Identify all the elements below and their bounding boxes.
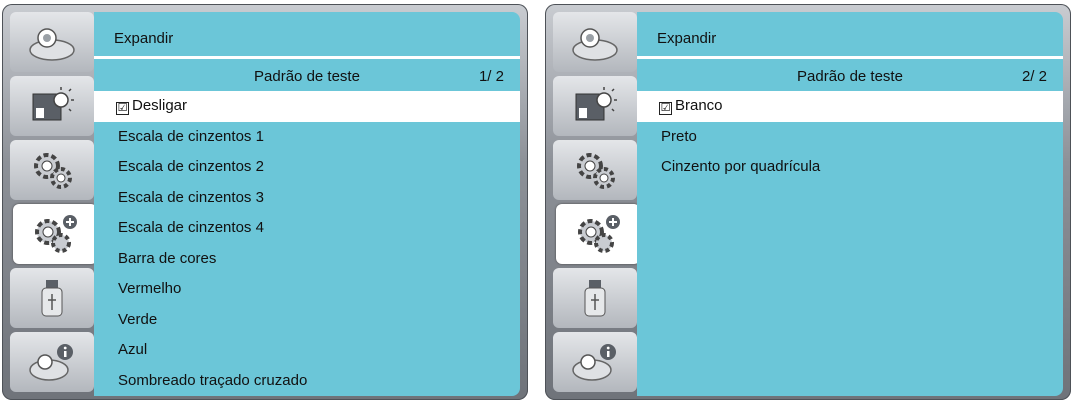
sidebar-item-usb[interactable] bbox=[10, 268, 94, 328]
submenu-title: Padrão de teste bbox=[797, 68, 903, 85]
option-label: Branco bbox=[675, 97, 723, 114]
list-item[interactable]: Barra de cores bbox=[94, 244, 520, 275]
list-item[interactable]: Vermelho bbox=[94, 274, 520, 305]
page-indicator: 1/ 2 bbox=[478, 68, 504, 85]
option-label: Escala de cinzentos 2 bbox=[118, 158, 264, 175]
usb-icon bbox=[41, 280, 63, 317]
list-item[interactable]: Escala de cinzentos 4 bbox=[94, 213, 520, 244]
checkbox-checked-icon: ☑ bbox=[659, 102, 672, 115]
list-item[interactable]: Escala de cinzentos 1 bbox=[94, 122, 520, 153]
option-label: Escala de cinzentos 4 bbox=[118, 219, 264, 236]
gear-plus-icon bbox=[578, 215, 620, 253]
sidebar-item-expand[interactable] bbox=[556, 204, 640, 264]
list-item[interactable]: Verde bbox=[94, 305, 520, 336]
option-list: ☑ Desligar Escala de cinzentos 1 Escala d… bbox=[94, 91, 520, 396]
option-label: Desligar bbox=[132, 97, 188, 114]
option-label: Escala de cinzentos 1 bbox=[118, 127, 264, 145]
sidebar-item-expand[interactable] bbox=[13, 204, 97, 264]
sidebar-item-image[interactable] bbox=[10, 76, 94, 136]
checkbox-checked-icon: ☑ bbox=[116, 102, 129, 115]
projector-icon bbox=[29, 28, 75, 61]
header-divider bbox=[94, 56, 520, 59]
list-item[interactable]: Preto bbox=[637, 122, 1063, 153]
brightness-icon bbox=[575, 87, 617, 121]
sidebar-item-projector[interactable] bbox=[10, 12, 94, 72]
projector-info-icon bbox=[572, 344, 616, 381]
menu-content: Expandir Padrão de teste 2/ 2 ☑ Branco Pr… bbox=[637, 12, 1063, 396]
sidebar-item-projector[interactable] bbox=[553, 12, 637, 72]
sidebar-item-info[interactable] bbox=[10, 332, 94, 392]
usb-icon bbox=[584, 280, 606, 317]
projector-icon bbox=[572, 28, 618, 61]
gear-plus-icon bbox=[35, 215, 77, 253]
option-label: Azul bbox=[118, 341, 148, 358]
list-item[interactable]: Cinzento por quadrícula bbox=[637, 152, 1063, 183]
projector-info-icon bbox=[29, 344, 73, 381]
header-divider bbox=[637, 56, 1063, 59]
list-item[interactable]: Escala de cinzentos 2 bbox=[94, 152, 520, 183]
list-item[interactable]: ☑ Branco bbox=[637, 91, 1063, 122]
option-label: Escala de cinzentos 3 bbox=[118, 188, 264, 206]
option-list: ☑ Branco Preto Cinzento por quadrícula bbox=[637, 91, 1063, 183]
list-item[interactable]: Azul bbox=[94, 335, 520, 366]
page-indicator: 2/ 2 bbox=[1021, 68, 1047, 85]
option-label: Barra de cores bbox=[118, 249, 217, 267]
list-item[interactable]: Escala de cinzentos 3 bbox=[94, 183, 520, 214]
brightness-icon bbox=[32, 87, 74, 121]
sidebar-item-usb[interactable] bbox=[553, 268, 637, 328]
sidebar bbox=[10, 12, 97, 396]
menu-content: Expandir Padrão de teste 1/ 2 ☑ Desligar … bbox=[94, 12, 520, 396]
submenu-title: Padrão de teste bbox=[254, 68, 360, 85]
menu-title: Expandir bbox=[657, 30, 717, 47]
gear-icon bbox=[34, 153, 72, 189]
menu-panel-page-2: Expandir Padrão de teste 2/ 2 ☑ Branco Pr… bbox=[545, 4, 1071, 400]
sidebar-item-setup[interactable] bbox=[553, 140, 637, 200]
list-item[interactable]: Sombreado traçado cruzado bbox=[94, 366, 520, 397]
sidebar-item-setup[interactable] bbox=[10, 140, 94, 200]
sidebar-item-info[interactable] bbox=[553, 332, 637, 392]
option-label: Cinzento por quadrícula bbox=[661, 158, 821, 175]
option-label: Verde bbox=[118, 310, 158, 328]
option-label: Vermelho bbox=[118, 280, 182, 297]
list-item[interactable]: ☑ Desligar bbox=[94, 91, 520, 122]
sidebar bbox=[553, 12, 640, 396]
option-label: Sombreado traçado cruzado bbox=[118, 371, 308, 389]
menu-panel-page-1: Expandir Padrão de teste 1/ 2 ☑ Desligar … bbox=[2, 4, 528, 400]
option-label: Preto bbox=[661, 127, 697, 145]
gear-icon bbox=[577, 153, 615, 189]
menu-title: Expandir bbox=[114, 30, 174, 47]
sidebar-item-image[interactable] bbox=[553, 76, 637, 136]
